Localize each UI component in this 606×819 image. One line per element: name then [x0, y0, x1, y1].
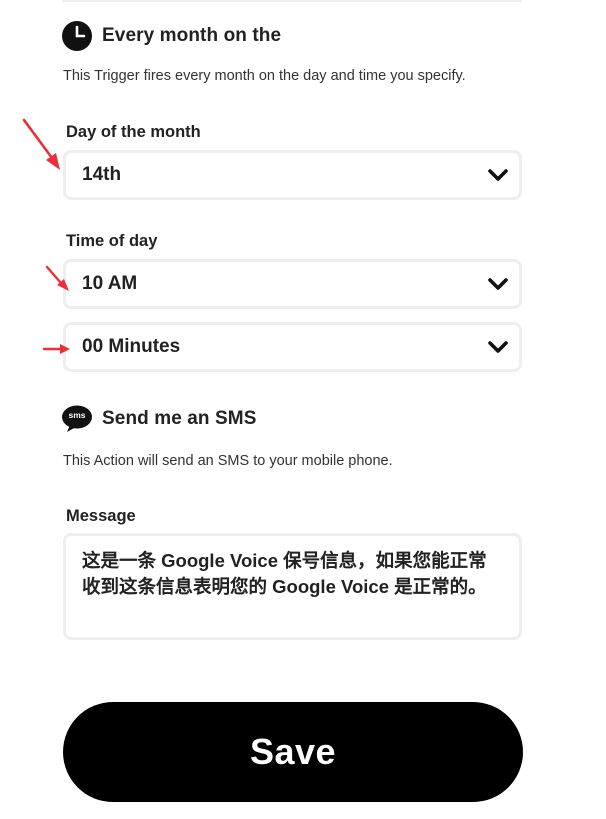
clock-icon — [62, 21, 92, 51]
day-of-month-value: 14th — [82, 164, 122, 185]
hour-select[interactable]: 10 AM — [63, 259, 522, 309]
chevron-down-icon — [487, 167, 509, 183]
applet-settings-page: Every month on the This Trigger fires ev… — [0, 0, 606, 819]
message-label: Message — [66, 507, 136, 525]
annotation-arrow-icon — [22, 118, 60, 170]
action-title: Send me an SMS — [102, 408, 257, 429]
action-description: This Action will send an SMS to your mob… — [63, 453, 393, 469]
hour-value: 10 AM — [82, 273, 138, 294]
annotation-arrow-icon — [45, 265, 69, 291]
top-divider — [62, 0, 522, 2]
time-of-day-label: Time of day — [66, 232, 158, 250]
sms-icon-text: sms — [68, 410, 86, 420]
day-of-month-select[interactable]: 14th — [63, 150, 522, 200]
minute-value: 00 Minutes — [82, 336, 181, 357]
minute-select[interactable]: 00 Minutes — [63, 322, 522, 372]
trigger-header: Every month on the — [62, 21, 281, 51]
chevron-down-icon — [487, 276, 509, 292]
day-of-month-label: Day of the month — [66, 123, 201, 141]
annotation-arrow-icon — [42, 344, 70, 354]
trigger-title: Every month on the — [102, 25, 282, 46]
message-textarea[interactable]: 这是一条 Google Voice 保号信息，如果您能正常收到这条信息表明您的 … — [63, 533, 522, 640]
trigger-description: This Trigger fires every month on the da… — [63, 68, 466, 84]
sms-icon: sms — [62, 405, 92, 433]
chevron-down-icon — [487, 339, 509, 355]
save-button[interactable]: Save — [63, 702, 523, 802]
action-header: sms Send me an SMS — [62, 405, 257, 433]
